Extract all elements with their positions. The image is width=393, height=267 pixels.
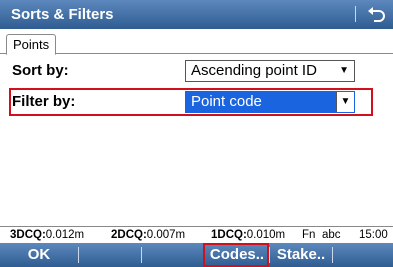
tab-points[interactable]: Points xyxy=(6,34,57,55)
dcq3-readout: 3DCQ:0.012m xyxy=(10,229,85,241)
ok-button[interactable]: OK xyxy=(0,243,78,267)
sort-by-value: Ascending point ID xyxy=(191,62,317,79)
fn-indicator: Fn xyxy=(302,229,316,241)
chevron-down-icon: ▼ xyxy=(336,92,354,112)
filter-by-label: Filter by: xyxy=(12,93,76,110)
title-bar: Sorts & Filters xyxy=(0,0,393,29)
softkey-f2-button[interactable] xyxy=(79,243,141,267)
softkey-bar: OK Codes.. Stake.. xyxy=(0,243,393,267)
dcq1-readout: 1DCQ:0.010m xyxy=(211,229,286,241)
sort-by-select[interactable]: Ascending point ID ▼ xyxy=(185,60,355,82)
stake-button[interactable]: Stake.. xyxy=(270,243,332,267)
clock: 15:00 xyxy=(359,229,388,241)
back-icon[interactable] xyxy=(362,2,390,26)
filter-by-value: Point code xyxy=(191,93,262,110)
status-bar: 3DCQ:0.012m 2DCQ:0.007m 1DCQ:0.010m Fn a… xyxy=(0,226,393,243)
chevron-down-icon: ▼ xyxy=(339,65,349,76)
codes-button-highlight xyxy=(203,243,269,267)
sort-by-label: Sort by: xyxy=(12,62,69,79)
filter-by-select[interactable]: Point code ▼ xyxy=(185,91,355,113)
window-title: Sorts & Filters xyxy=(11,6,114,23)
title-separator xyxy=(355,6,356,22)
softkey-f6-button[interactable] xyxy=(333,243,393,267)
input-mode-indicator: abc xyxy=(322,229,341,241)
dcq2-readout: 2DCQ:0.007m xyxy=(111,229,186,241)
tab-strip: Points xyxy=(0,29,393,55)
softkey-f3-button[interactable] xyxy=(142,243,204,267)
